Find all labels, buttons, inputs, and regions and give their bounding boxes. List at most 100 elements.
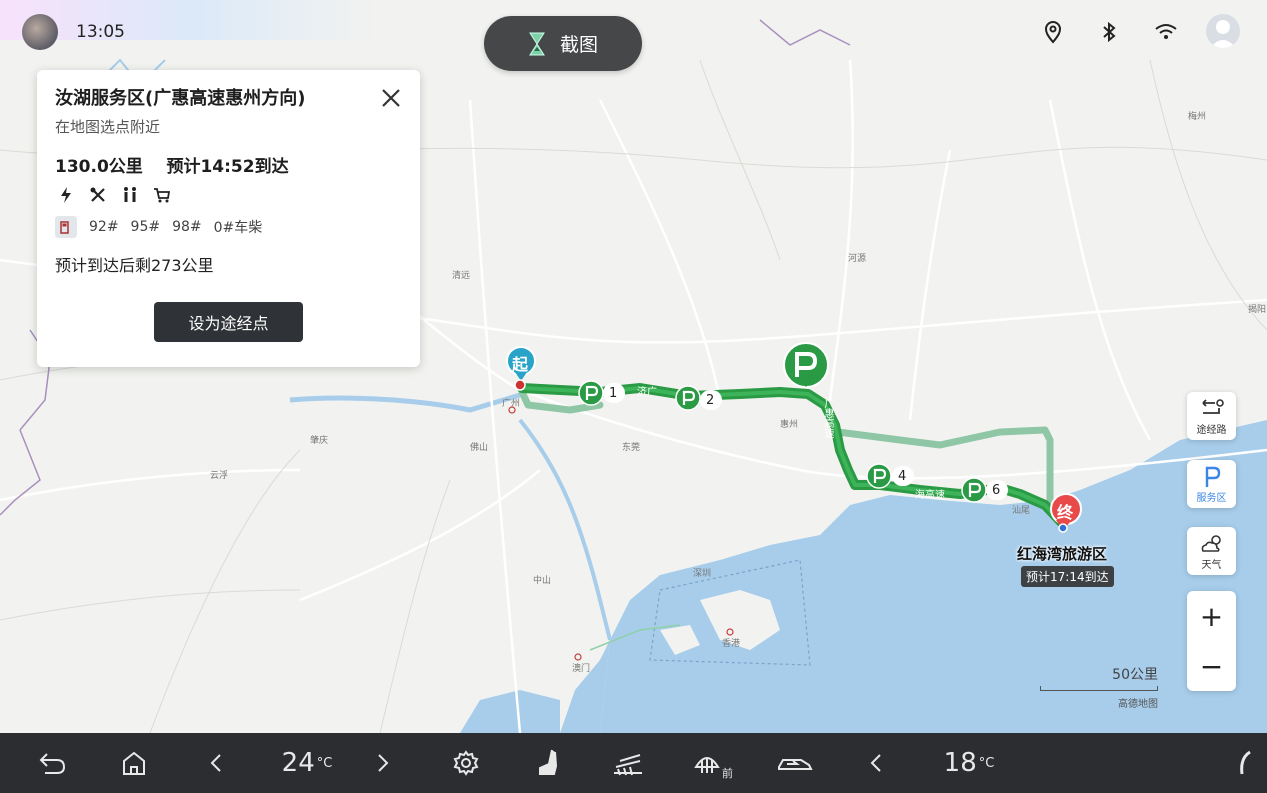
waypoint-label: 途经路	[1196, 424, 1227, 436]
vehicle-control-bar: 24 °C 前 18 °C	[0, 733, 1267, 793]
seat-icon	[539, 749, 558, 775]
chevron-right-icon	[378, 754, 389, 772]
city-label: 深圳	[693, 569, 712, 579]
shop-icon	[153, 186, 171, 204]
status-bar: 13:05 截图	[0, 0, 1267, 71]
route-marker-4: 4	[898, 469, 907, 484]
passenger-temp[interactable]: 18 °C	[934, 745, 1004, 781]
repair-icon	[89, 186, 107, 204]
weather-label: 天气	[1201, 559, 1222, 571]
parking-icon	[1205, 466, 1220, 487]
zoom-in-button[interactable]: +	[1187, 591, 1236, 641]
road-label-guanghui: 广惠高速	[822, 398, 833, 438]
hourglass-icon	[529, 32, 545, 55]
user-avatar[interactable]	[1206, 14, 1240, 48]
front-defrost-icon	[694, 757, 720, 773]
eta: 预计14:52到达	[166, 157, 289, 177]
seat-heating-button[interactable]	[530, 745, 566, 781]
zoom-out-button[interactable]: −	[1187, 641, 1236, 691]
city-label: 东莞	[622, 443, 641, 453]
restroom-icon	[121, 186, 139, 204]
route-marker-1: 1	[609, 386, 618, 401]
passenger-temp-value: 18	[943, 748, 977, 778]
service-area-button[interactable]: 服务区	[1187, 460, 1236, 508]
distance-eta: 130.0公里 预计14:52到达	[55, 152, 289, 177]
bluetooth-icon[interactable]	[1097, 20, 1121, 44]
city-label: 清远	[452, 271, 471, 281]
passenger-temp-down[interactable]	[864, 745, 888, 781]
app-avatar[interactable]	[22, 14, 58, 50]
clock: 13:05	[76, 22, 125, 42]
fan-button[interactable]	[1235, 745, 1255, 781]
recirculation-button[interactable]	[774, 745, 816, 781]
driver-temp-down[interactable]	[204, 745, 228, 781]
map-brand: 高德地图	[1118, 699, 1158, 710]
road-label-hai: 海高速	[915, 490, 945, 501]
wifi-icon[interactable]	[1154, 20, 1178, 44]
road-label-jiguang: 济广	[637, 387, 657, 398]
waypoint-button[interactable]: 途经路	[1187, 392, 1236, 440]
charging-icon	[57, 186, 75, 204]
fuel-diesel: 0#车柴	[213, 220, 263, 236]
settings-button[interactable]	[448, 745, 484, 781]
gear-icon	[453, 750, 479, 776]
chevron-left-icon	[870, 754, 881, 772]
service-area-card: 汝湖服务区(广惠高速惠州方向) 在地图选点附近 130.0公里 预计14:52到…	[37, 70, 420, 367]
fuel-types: 92# 95# 98# 0#车柴	[55, 216, 262, 238]
home-icon	[123, 751, 145, 775]
chevron-left-icon	[210, 754, 221, 772]
selected-service-area-marker	[783, 342, 829, 388]
city-label: 中山	[533, 576, 552, 586]
service-area-title: 汝湖服务区(广惠高速惠州方向)	[55, 88, 306, 109]
fuel-98: 98#	[172, 219, 202, 235]
screenshot-label: 截图	[559, 34, 598, 56]
back-button[interactable]	[34, 745, 70, 781]
user-icon	[1210, 20, 1236, 48]
city-label: 澳门	[572, 664, 591, 674]
city-label: 惠州	[780, 420, 799, 430]
rear-defrost-button[interactable]	[608, 745, 648, 781]
rear-defrost-icon	[614, 754, 642, 776]
start-marker-label: 起	[512, 355, 529, 374]
city-label: 云浮	[210, 471, 229, 481]
screenshot-button[interactable]: 截图	[484, 16, 642, 71]
service-area-label: 服务区	[1196, 492, 1227, 504]
driver-temp-unit: °C	[316, 755, 333, 771]
city-label: 香港	[722, 639, 741, 649]
amenities	[57, 186, 171, 204]
front-defrost-button[interactable]: 前	[690, 745, 736, 781]
remaining-range: 预计到达后剩273公里	[55, 256, 214, 275]
front-defrost-label: 前	[722, 767, 733, 780]
close-icon[interactable]	[381, 88, 401, 108]
fuel-95: 95#	[130, 219, 161, 235]
end-marker-label: 终	[1057, 503, 1074, 522]
fuel-92: 92#	[89, 219, 119, 235]
destination-eta: 预计17:14到达	[1021, 566, 1114, 587]
zoom-control: + −	[1187, 591, 1236, 691]
map-scale: 50公里 高德地图	[1040, 664, 1158, 710]
back-icon	[39, 753, 66, 774]
city-label: 肇庆	[310, 436, 329, 446]
driver-temp-up[interactable]	[371, 745, 395, 781]
city-label: 河源	[848, 254, 867, 264]
scale-label: 50公里	[1112, 667, 1158, 683]
home-button[interactable]	[116, 745, 152, 781]
city-label: 揭阳	[1248, 305, 1267, 315]
route-marker-2: 2	[706, 393, 715, 408]
driver-temp[interactable]: 24 °C	[272, 745, 342, 781]
recirculation-icon	[778, 759, 813, 770]
distance: 130.0公里	[55, 157, 143, 177]
waypoint-icon	[1201, 398, 1224, 414]
route-marker-6: 6	[992, 483, 1001, 498]
service-area-subtitle: 在地图选点附近	[55, 118, 161, 136]
set-waypoint-button[interactable]: 设为途经点	[154, 302, 303, 342]
city-label: 广州	[502, 399, 521, 409]
fan-icon	[1240, 750, 1251, 775]
location-icon[interactable]	[1041, 20, 1065, 44]
city-label: 汕尾	[1012, 506, 1031, 516]
gas-pump-icon	[55, 216, 77, 238]
passenger-temp-unit: °C	[978, 755, 995, 771]
weather-button[interactable]: 天气	[1187, 527, 1236, 575]
destination-name[interactable]: 红海湾旅游区	[1017, 543, 1107, 564]
city-label: 佛山	[470, 443, 489, 453]
